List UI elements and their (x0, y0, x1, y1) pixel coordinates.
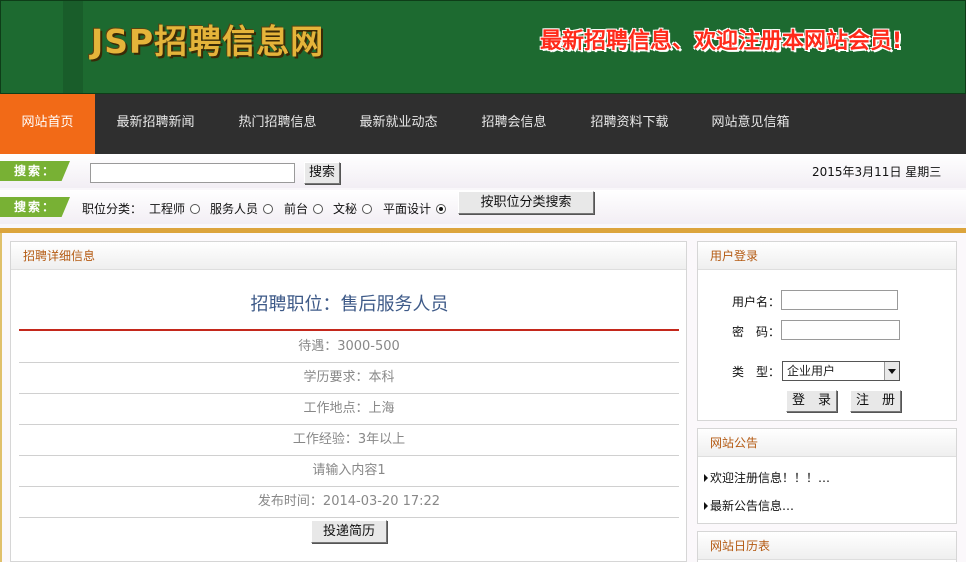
info-row-content: 请输入内容1 (19, 456, 679, 487)
job-detail-panel: 招聘详细信息 招聘职位：售后服务人员 待遇：3000-500 学历要求：本科 工… (10, 241, 687, 562)
nav-item-hot-jobs[interactable]: 热门招聘信息 (225, 94, 330, 154)
panel-title: 用户登录 (698, 242, 956, 270)
category-label: 职位分类： (82, 202, 143, 216)
user-type-label: 类 型： (732, 365, 781, 379)
panel-title: 网站日历表 (698, 532, 956, 560)
category-search-row: 搜索： 职位分类： 工程师 服务人员 前台 文秘 平面设计 按职位分类搜索 (0, 190, 966, 224)
notice-item[interactable]: 最新公告信息… (704, 497, 794, 514)
password-label: 密 码： (732, 325, 781, 339)
nav-item-job-fairs[interactable]: 招聘会信息 (470, 94, 558, 154)
category-option-engineer[interactable]: 工程师 (149, 200, 201, 217)
username-label: 用户名： (732, 295, 781, 309)
header-banner: JSP招聘信息网 最新招聘信息、欢迎注册本网站会员! (0, 0, 966, 94)
category-option-label: 服务人员 (210, 202, 259, 216)
radio-checked-icon[interactable] (436, 203, 447, 214)
notice-item-text[interactable]: 欢迎注册信息！！！… (710, 471, 830, 485)
notice-item[interactable]: 欢迎注册信息！！！… (704, 469, 830, 486)
title-divider (19, 329, 679, 331)
panel-title: 招聘详细信息 (11, 242, 686, 270)
info-row-publish-time: 发布时间：2014-03-20 17:22 (19, 487, 679, 518)
search-tag: 搜索： (0, 161, 70, 181)
submit-resume-button[interactable]: 投递简历 (311, 520, 387, 543)
register-button[interactable]: 注 册 (850, 390, 901, 412)
password-input[interactable] (781, 320, 900, 340)
header-slogan: 最新招聘信息、欢迎注册本网站会员! (540, 29, 903, 54)
category-option-service[interactable]: 服务人员 (210, 200, 274, 217)
category-option-graphic-design[interactable]: 平面设计 (383, 200, 447, 217)
job-title: 招聘职位：售后服务人员 (250, 294, 449, 315)
info-row-salary: 待遇：3000-500 (19, 332, 679, 363)
user-type-select[interactable]: 企业用户 (782, 361, 900, 381)
bullet-arrow-icon (704, 473, 708, 482)
category-option-label: 平面设计 (383, 202, 432, 216)
category-option-label: 文秘 (333, 202, 358, 216)
username-input[interactable] (781, 290, 898, 310)
radio-unchecked-icon[interactable] (362, 203, 373, 214)
category-option-reception[interactable]: 前台 (284, 200, 324, 217)
info-row-experience: 工作经验：3年以上 (19, 425, 679, 456)
category-option-label: 工程师 (149, 202, 186, 216)
bullet-arrow-icon (704, 501, 708, 510)
category-option-label: 前台 (284, 202, 309, 216)
nav-item-home[interactable]: 网站首页 (0, 94, 95, 154)
nav-item-feedback[interactable]: 网站意见信箱 (698, 94, 803, 154)
category-search-tag: 搜索： (0, 197, 70, 217)
nav-item-employment-news[interactable]: 最新就业动态 (346, 94, 451, 154)
user-type-value: 企业用户 (787, 364, 836, 378)
keyword-input[interactable] (90, 163, 295, 183)
banner-stripe (63, 1, 83, 93)
chevron-down-icon[interactable] (884, 362, 899, 380)
category-option-secretary[interactable]: 文秘 (333, 200, 373, 217)
radio-unchecked-icon[interactable] (313, 203, 324, 214)
current-date: 2015年3月11日 星期三 (812, 165, 942, 179)
nav-item-latest-news[interactable]: 最新招聘新闻 (103, 94, 208, 154)
category-search-button[interactable]: 按职位分类搜索 (458, 191, 594, 214)
login-button[interactable]: 登 录 (786, 390, 837, 412)
main-nav: 网站首页 最新招聘新闻 热门招聘信息 最新就业动态 招聘会信息 招聘资料下载 网… (0, 94, 966, 154)
radio-unchecked-icon[interactable] (190, 203, 201, 214)
panel-title: 网站公告 (698, 429, 956, 457)
keyword-search-row: 搜索： 搜索 2015年3月11日 星期三 (0, 154, 966, 188)
radio-unchecked-icon[interactable] (263, 203, 274, 214)
search-button[interactable]: 搜索 (304, 162, 340, 184)
nav-item-downloads[interactable]: 招聘资料下载 (577, 94, 682, 154)
notice-panel: 网站公告 欢迎注册信息！！！… 最新公告信息… (697, 428, 957, 524)
info-row-location: 工作地点：上海 (19, 394, 679, 425)
search-area: 搜索： 搜索 2015年3月11日 星期三 搜索： 职位分类： 工程师 服务人员… (0, 154, 966, 228)
info-row-education: 学历要求：本科 (19, 363, 679, 394)
calendar-panel: 网站日历表 (697, 531, 957, 562)
login-panel: 用户登录 用户名： 密 码： 类 型： 企业用户 登 录 注 册 (697, 241, 957, 421)
site-logo[interactable]: JSP招聘信息网 (91, 15, 324, 63)
notice-item-text[interactable]: 最新公告信息… (710, 499, 794, 513)
